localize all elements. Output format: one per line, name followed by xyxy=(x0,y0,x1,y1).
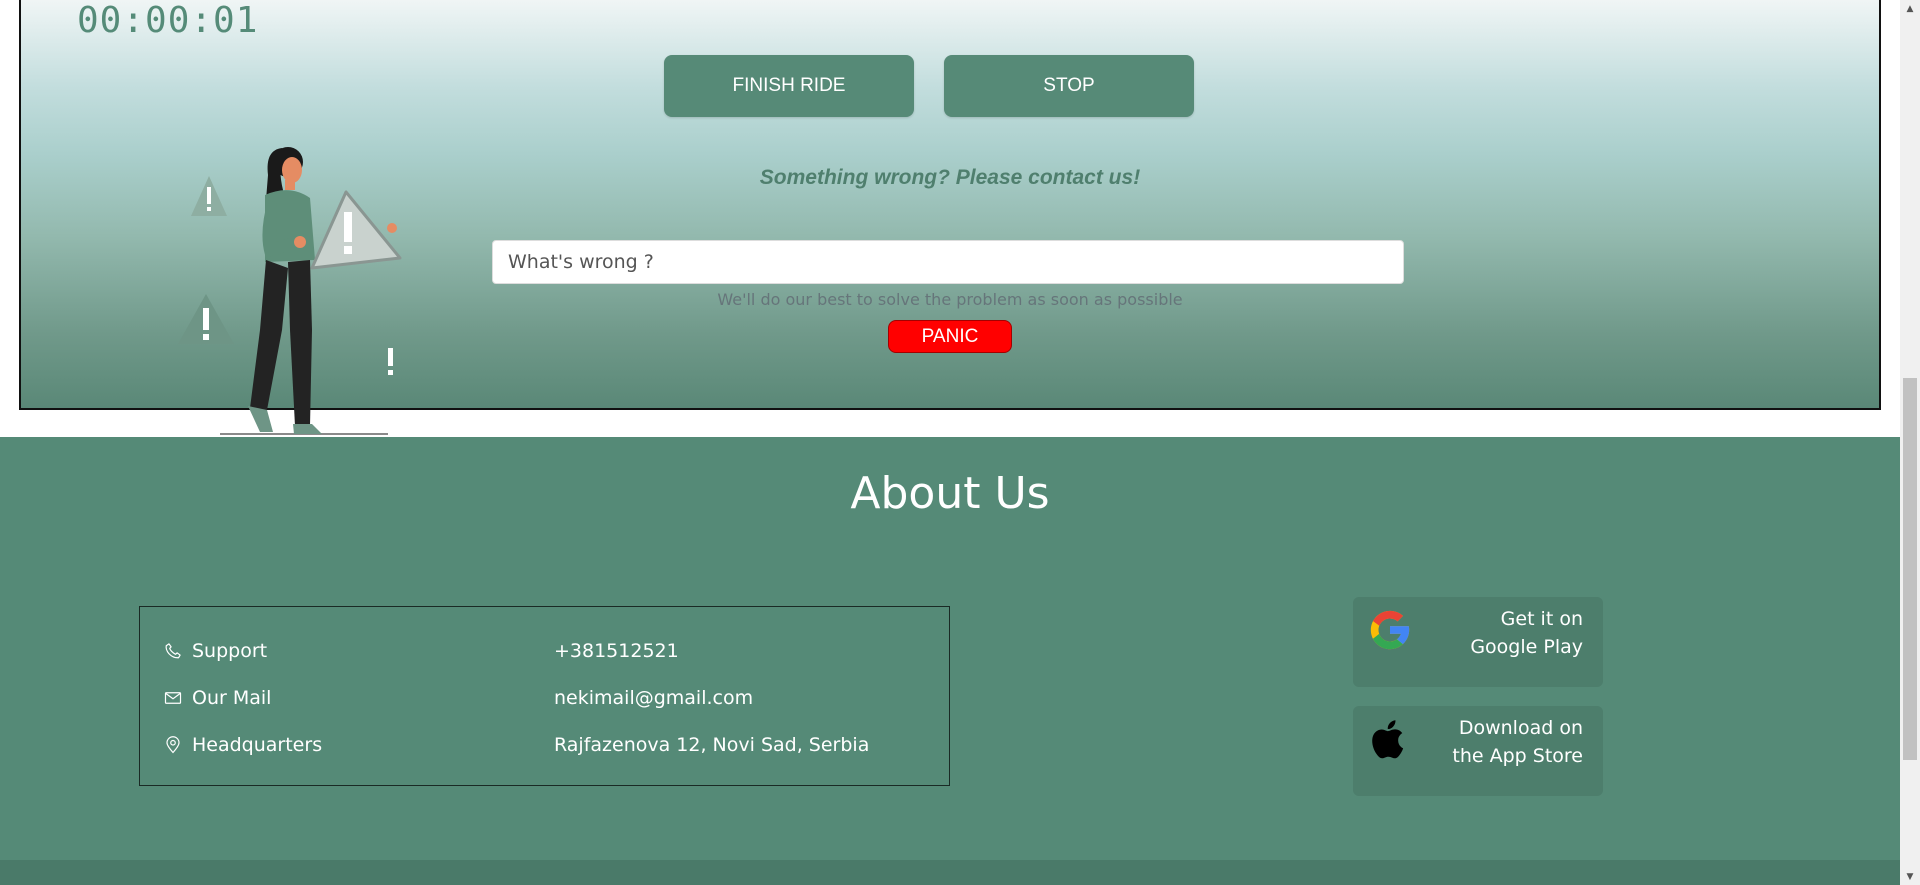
panic-button[interactable]: PANIC xyxy=(888,320,1012,353)
contact-label: Our Mail xyxy=(192,687,272,709)
scroll-down-icon[interactable]: ▼ xyxy=(1900,868,1920,885)
google-icon xyxy=(1367,607,1413,653)
google-play-button[interactable]: Get it on Google Play xyxy=(1353,597,1603,687)
contact-value: +381512521 xyxy=(554,640,679,662)
contact-row-mail: Our Mail nekimail@gmail.com xyxy=(140,683,951,713)
scrollbar-thumb[interactable] xyxy=(1903,378,1917,760)
mail-icon xyxy=(163,688,183,708)
about-us-title: About Us xyxy=(850,468,1050,519)
app-store-button[interactable]: Download on the App Store xyxy=(1353,706,1603,796)
contact-row-headquarters: Headquarters Rajfazenova 12, Novi Sad, S… xyxy=(140,730,951,760)
footer-bottom-bar xyxy=(0,860,1900,885)
issue-input[interactable] xyxy=(492,240,1404,284)
vertical-scrollbar[interactable]: ▲ ▼ xyxy=(1900,0,1920,885)
ride-timer: 00:00:01 xyxy=(77,0,259,41)
exclamation-icon xyxy=(388,348,393,366)
contact-label: Headquarters xyxy=(192,734,323,756)
warning-woman-illustration xyxy=(178,147,402,435)
contact-value: Rajfazenova 12, Novi Sad, Serbia xyxy=(554,734,870,756)
contact-row-support: Support +381512521 xyxy=(140,636,951,666)
apple-icon xyxy=(1367,716,1413,762)
finish-ride-button[interactable]: FINISH RIDE xyxy=(664,55,914,117)
store-line: the App Store xyxy=(1452,745,1583,767)
location-pin-icon xyxy=(163,735,183,755)
contact-label: Support xyxy=(192,640,268,662)
store-line: Download on xyxy=(1458,717,1583,739)
contact-info-box: Support +381512521 Our Mail nekimail@gma… xyxy=(139,606,950,786)
store-line: Get it on xyxy=(1500,608,1583,630)
page: 00:00:01 FINISH RIDE STOP Something wron… xyxy=(0,0,1900,885)
scroll-up-icon[interactable]: ▲ xyxy=(1900,0,1920,17)
store-line: Google Play xyxy=(1470,636,1583,658)
stop-button[interactable]: STOP xyxy=(944,55,1194,117)
phone-icon xyxy=(163,641,183,661)
contact-value: nekimail@gmail.com xyxy=(554,687,754,709)
